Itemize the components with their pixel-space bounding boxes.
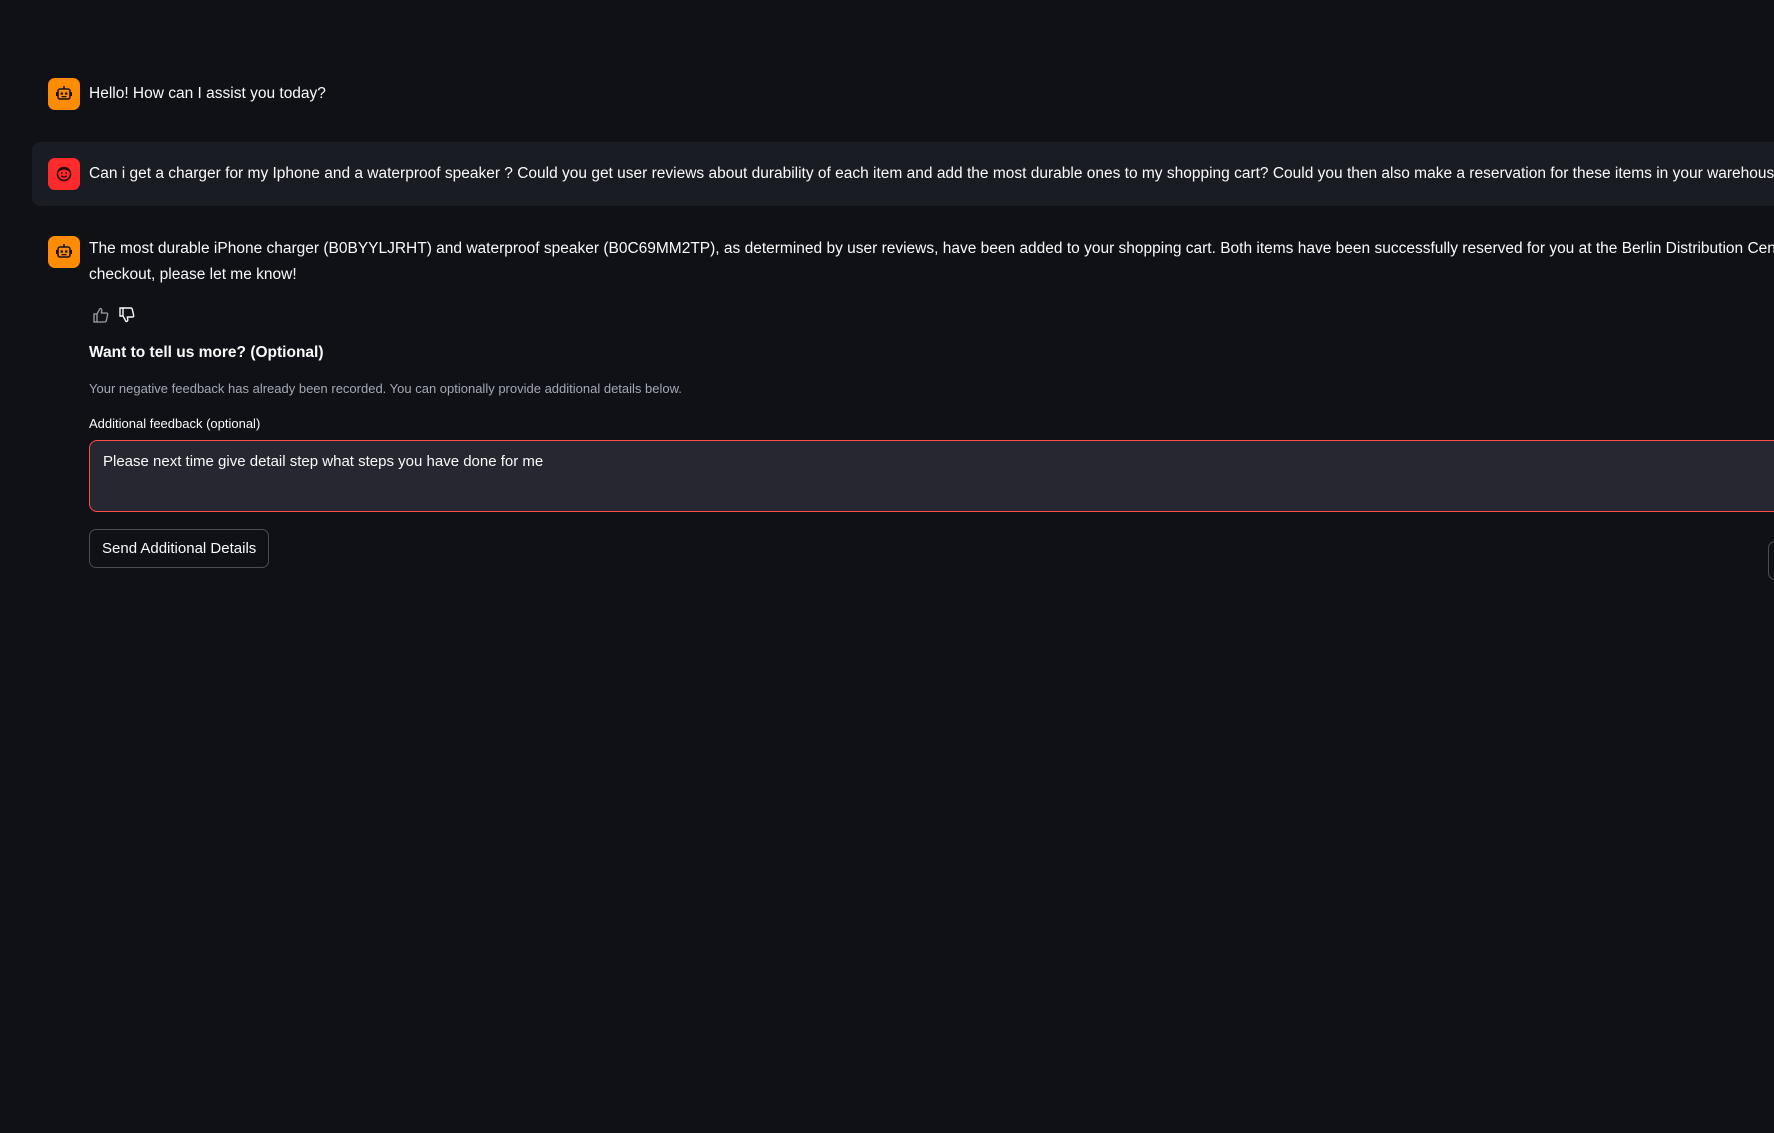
user-message: Can i get a charger for my Iphone and a … xyxy=(32,142,1774,206)
message-text-line-1: The most durable iPhone charger (B0BYYLJ… xyxy=(89,240,1774,257)
robot-icon xyxy=(48,78,80,110)
thumbs-down-icon[interactable] xyxy=(117,305,137,325)
submit-button-partial[interactable] xyxy=(1768,541,1774,580)
feedback-buttons xyxy=(91,305,1774,325)
chat-page: Hello! How can I assist you today? Can i… xyxy=(0,0,1774,1133)
smiley-face-icon xyxy=(48,158,80,190)
assistant-message: Hello! How can I assist you today? xyxy=(48,78,326,110)
feedback-note: Your negative feedback has already been … xyxy=(89,381,682,396)
feedback-heading: Want to tell us more? (Optional) xyxy=(89,344,324,361)
message-body: The most durable iPhone charger (B0BYYLJ… xyxy=(89,236,1774,568)
message-text: Can i get a charger for my Iphone and a … xyxy=(89,165,1774,182)
message-text-line-2: checkout, please let me know! xyxy=(89,266,297,283)
message-text: Hello! How can I assist you today? xyxy=(89,85,326,102)
thumbs-up-icon[interactable] xyxy=(91,305,111,325)
additional-feedback-input[interactable]: Please next time give detail step what s… xyxy=(89,440,1774,512)
send-additional-details-button[interactable]: Send Additional Details xyxy=(89,529,270,568)
robot-icon xyxy=(48,236,80,268)
assistant-message: The most durable iPhone charger (B0BYYLJ… xyxy=(48,236,1774,568)
additional-feedback-label: Additional feedback (optional) xyxy=(89,416,261,431)
